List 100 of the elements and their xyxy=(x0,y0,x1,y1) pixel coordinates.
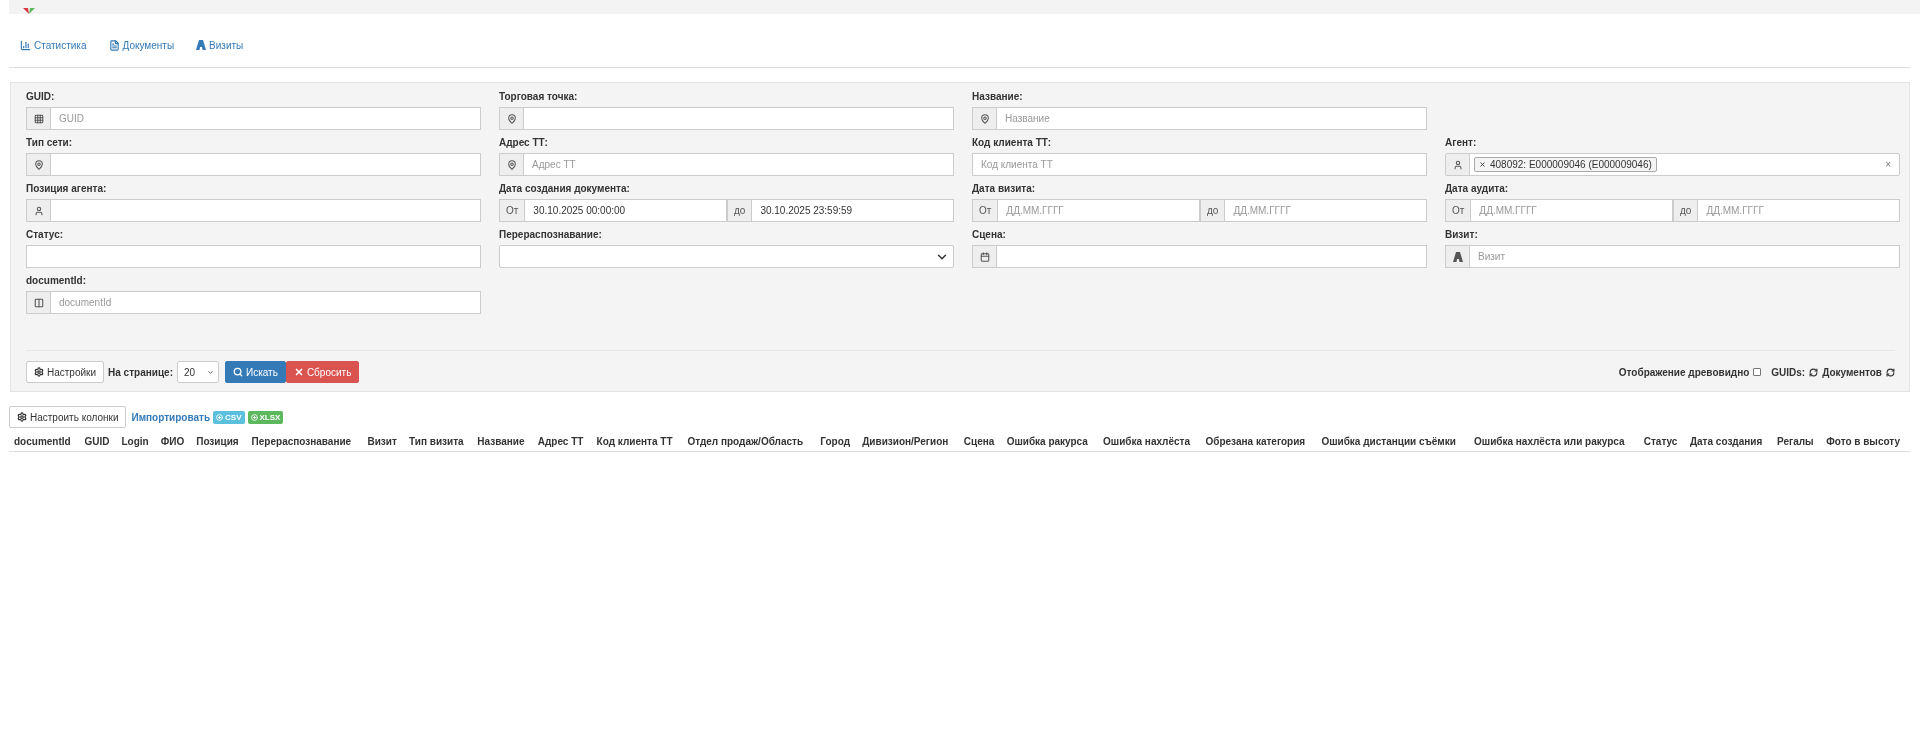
date-field[interactable]: ДД.ММ.ГГГГ xyxy=(1470,199,1673,222)
search-button[interactable]: Искать xyxy=(224,361,286,383)
field-label: Сцена: xyxy=(972,229,1007,241)
bar-chart-icon xyxy=(20,40,31,51)
map-pin-icon xyxy=(506,159,517,170)
input-field[interactable] xyxy=(996,245,1427,268)
column-header[interactable]: Позиция xyxy=(191,432,247,452)
person-icon xyxy=(1452,159,1463,170)
file-icon xyxy=(108,40,120,51)
range-prefix: От xyxy=(1445,199,1471,222)
settings-button[interactable]: Настройки xyxy=(26,361,105,383)
column-header[interactable]: Дивизион/Регион xyxy=(857,432,959,452)
field-label: Дата создания документа: xyxy=(499,183,631,195)
input-field[interactable]: Адрес ТТ xyxy=(523,153,954,176)
field-label: Визит: xyxy=(1445,229,1479,241)
map-pin-icon xyxy=(506,113,517,124)
column-header[interactable]: Сцена xyxy=(958,432,1002,452)
column-header[interactable]: Обрезана категория xyxy=(1200,432,1317,452)
gear-icon xyxy=(34,367,44,377)
road-icon xyxy=(196,40,207,50)
gear-icon xyxy=(17,412,27,422)
column-header[interactable]: Статус xyxy=(1638,432,1685,452)
range-separator: до xyxy=(1200,199,1225,222)
input-field[interactable] xyxy=(523,107,954,130)
field-label: Перераспознавание: xyxy=(499,229,603,241)
configure-columns-button[interactable]: Настроить колонки xyxy=(9,406,127,428)
column-header[interactable]: Ошибка нахлёста или ракурса xyxy=(1469,432,1639,452)
column-header[interactable]: Фото в высоту xyxy=(1821,432,1910,452)
grid-icon xyxy=(33,113,44,124)
tag-select-field[interactable]: 408092: E000009046 (E000009046) × xyxy=(1445,153,1900,176)
input-field[interactable]: Код клиента ТТ xyxy=(972,153,1427,176)
close-icon[interactable] xyxy=(1479,161,1486,168)
field-label: Дата аудита: xyxy=(1445,183,1510,195)
field-label: Название: xyxy=(972,91,1024,103)
columns-icon xyxy=(33,297,44,308)
column-header[interactable]: Ошибка нахлёста xyxy=(1098,432,1201,452)
nav-tab[interactable]: Статистика xyxy=(20,40,87,67)
field-label: Статус: xyxy=(26,229,65,241)
calendar-icon xyxy=(979,251,990,262)
column-header[interactable]: Регалы xyxy=(1772,432,1822,452)
per-page-select[interactable]: 20 xyxy=(176,361,219,383)
input-field[interactable] xyxy=(26,245,481,268)
tree-view-checkbox[interactable] xyxy=(1753,368,1762,376)
date-field[interactable]: ДД.ММ.ГГГГ xyxy=(997,199,1200,222)
range-prefix: От xyxy=(972,199,998,222)
column-header[interactable]: Визит xyxy=(362,432,405,452)
plus-circle-icon xyxy=(216,413,224,421)
date-field[interactable]: 30.10.2025 23:59:59 xyxy=(751,199,954,222)
field-label: Код клиента ТТ: xyxy=(972,137,1053,149)
field-label: Адрес ТТ: xyxy=(499,137,549,149)
range-prefix: От xyxy=(499,199,525,222)
dropdown-field[interactable] xyxy=(499,245,954,268)
road-icon xyxy=(1452,251,1463,262)
column-header[interactable]: Перераспознавание xyxy=(246,432,363,452)
refresh-icon[interactable] xyxy=(1809,367,1819,377)
date-field[interactable]: ДД.ММ.ГГГГ xyxy=(1224,199,1427,222)
refresh-icon[interactable] xyxy=(1886,367,1895,377)
input-field[interactable] xyxy=(50,199,481,222)
documents-label: Документов xyxy=(1822,366,1882,378)
field-label: Торговая точка: xyxy=(499,91,579,103)
search-icon xyxy=(232,367,243,377)
column-header[interactable]: Адрес ТТ xyxy=(532,432,592,452)
input-field[interactable] xyxy=(50,153,481,176)
date-field[interactable]: ДД.ММ.ГГГГ xyxy=(1697,199,1900,222)
column-header[interactable]: Дата создания xyxy=(1684,432,1772,452)
input-field[interactable]: documentId xyxy=(50,291,481,314)
column-header[interactable]: Город xyxy=(815,432,858,452)
column-header[interactable]: GUID xyxy=(79,432,117,452)
column-header[interactable]: Код клиента ТТ xyxy=(591,432,683,452)
guids-label: GUIDs: xyxy=(1771,366,1806,378)
column-header[interactable]: documentId xyxy=(9,432,80,452)
reset-button[interactable]: Сбросить xyxy=(285,361,360,383)
field-label: Агент: xyxy=(1445,137,1478,149)
input-field[interactable]: Название xyxy=(996,107,1427,130)
tree-view-label: Отображение древовидно xyxy=(1618,366,1750,378)
clear-button[interactable]: × xyxy=(1877,159,1899,170)
nav-tab[interactable]: Визиты xyxy=(196,40,244,67)
field-label: GUID: xyxy=(26,91,56,103)
plus-circle-icon xyxy=(250,413,258,421)
selected-tag[interactable]: 408092: E000009046 (E000009046) xyxy=(1474,157,1657,172)
date-field[interactable]: 30.10.2025 00:00:00 xyxy=(524,199,727,222)
column-header[interactable]: Ошибка ракурса xyxy=(1001,432,1099,452)
close-icon xyxy=(293,367,304,377)
import-link[interactable]: Импортировать xyxy=(131,411,211,423)
column-header[interactable]: Название xyxy=(472,432,533,452)
column-header[interactable]: Отдел продаж/Область xyxy=(682,432,816,452)
column-header[interactable]: Ошибка дистанции съёмки xyxy=(1316,432,1470,452)
field-label: Дата визита: xyxy=(972,183,1037,195)
range-separator: до xyxy=(727,199,752,222)
column-header[interactable]: ФИО xyxy=(155,432,192,452)
input-field[interactable]: Визит xyxy=(1469,245,1900,268)
logo-icon xyxy=(23,8,35,14)
per-page-label: На странице: xyxy=(108,366,173,378)
column-header[interactable]: Тип визита xyxy=(404,432,473,452)
input-field[interactable]: GUID xyxy=(50,107,481,130)
column-header[interactable]: Login xyxy=(116,432,156,452)
field-label: Позиция агента: xyxy=(26,183,108,195)
range-separator: до xyxy=(1673,199,1698,222)
nav-tab[interactable]: Документы xyxy=(108,40,175,67)
map-pin-icon xyxy=(979,113,990,124)
